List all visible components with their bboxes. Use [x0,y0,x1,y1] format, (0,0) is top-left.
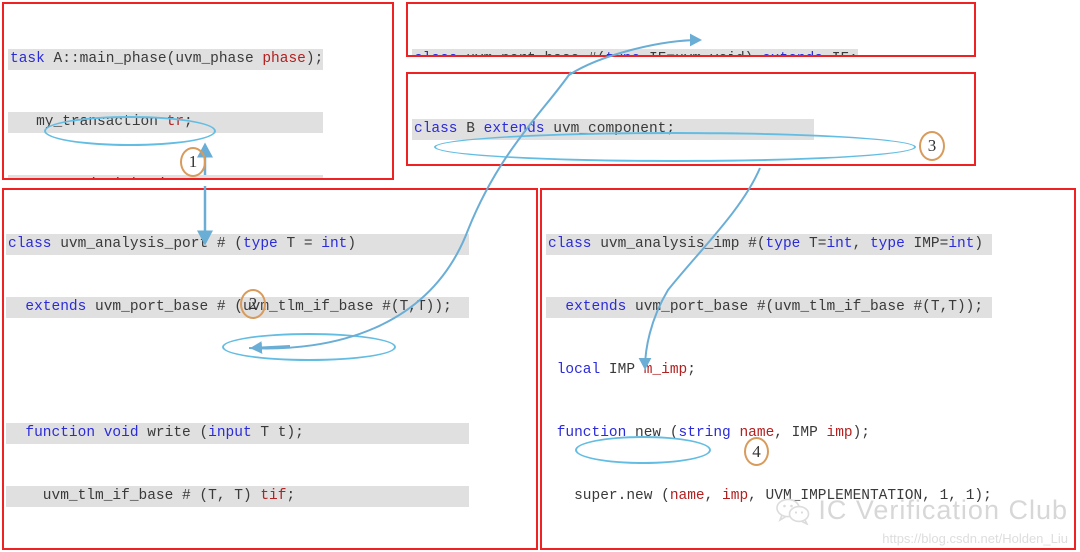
highlight-b-imp [434,132,916,162]
code-line: `ifndef UVM_VERDI_NO_PORT_RECORDING [6,549,469,550]
code-line: class uvm_port_base #(type IF=uvm_void) … [412,49,858,55]
code-line: m_imp = imp; [546,549,992,550]
panel-uvm-analysis-port: class uvm_analysis_port # (type T = int)… [2,188,538,550]
highlight-this-size [222,333,396,361]
code-line: class uvm_analysis_port # (type T = int) [6,234,470,255]
highlight-m-imp-write [575,436,711,464]
watermark-url: https://blog.csdn.net/Holden_Liu [882,531,1068,546]
code-line: uvm_tlm_if_base # (T, T) tif; [6,486,470,507]
code-line: extends uvm_port_base #(uvm_tlm_if_base … [546,297,992,318]
code-block-main-phase: task A::main_phase(uvm_phase phase); my_… [4,4,324,178]
marker-2: 2 [240,289,266,319]
marker-1: 1 [180,147,206,177]
code-block-uvm-port-base: class uvm_port_base #(type IF=uvm_void) … [408,4,858,55]
wechat-icon [776,497,810,526]
code-line: local IMP m_imp; [556,362,696,378]
code-line: class uvm_analysis_imp #(type T=int, typ… [546,234,992,255]
highlight-a-ap-write [44,116,216,146]
code-line: task A::main_phase(uvm_phase phase); [8,49,324,70]
panel-uvm-port-base: class uvm_port_base #(type IF=uvm_void) … [406,2,976,57]
marker-3: 3 [919,131,945,161]
code-line: repeat(10) begin [8,175,324,178]
code-line: function void write (input T t); [6,423,470,444]
code-line: extends uvm_port_base # (uvm_tlm_if_base… [6,297,470,318]
marker-4: 4 [744,437,769,466]
watermark-text: IC Verification Club [818,495,1068,525]
code-block-uvm-analysis-port: class uvm_analysis_port # (type T = int)… [4,190,470,550]
watermark-brand: IC Verification Club [776,495,1068,526]
